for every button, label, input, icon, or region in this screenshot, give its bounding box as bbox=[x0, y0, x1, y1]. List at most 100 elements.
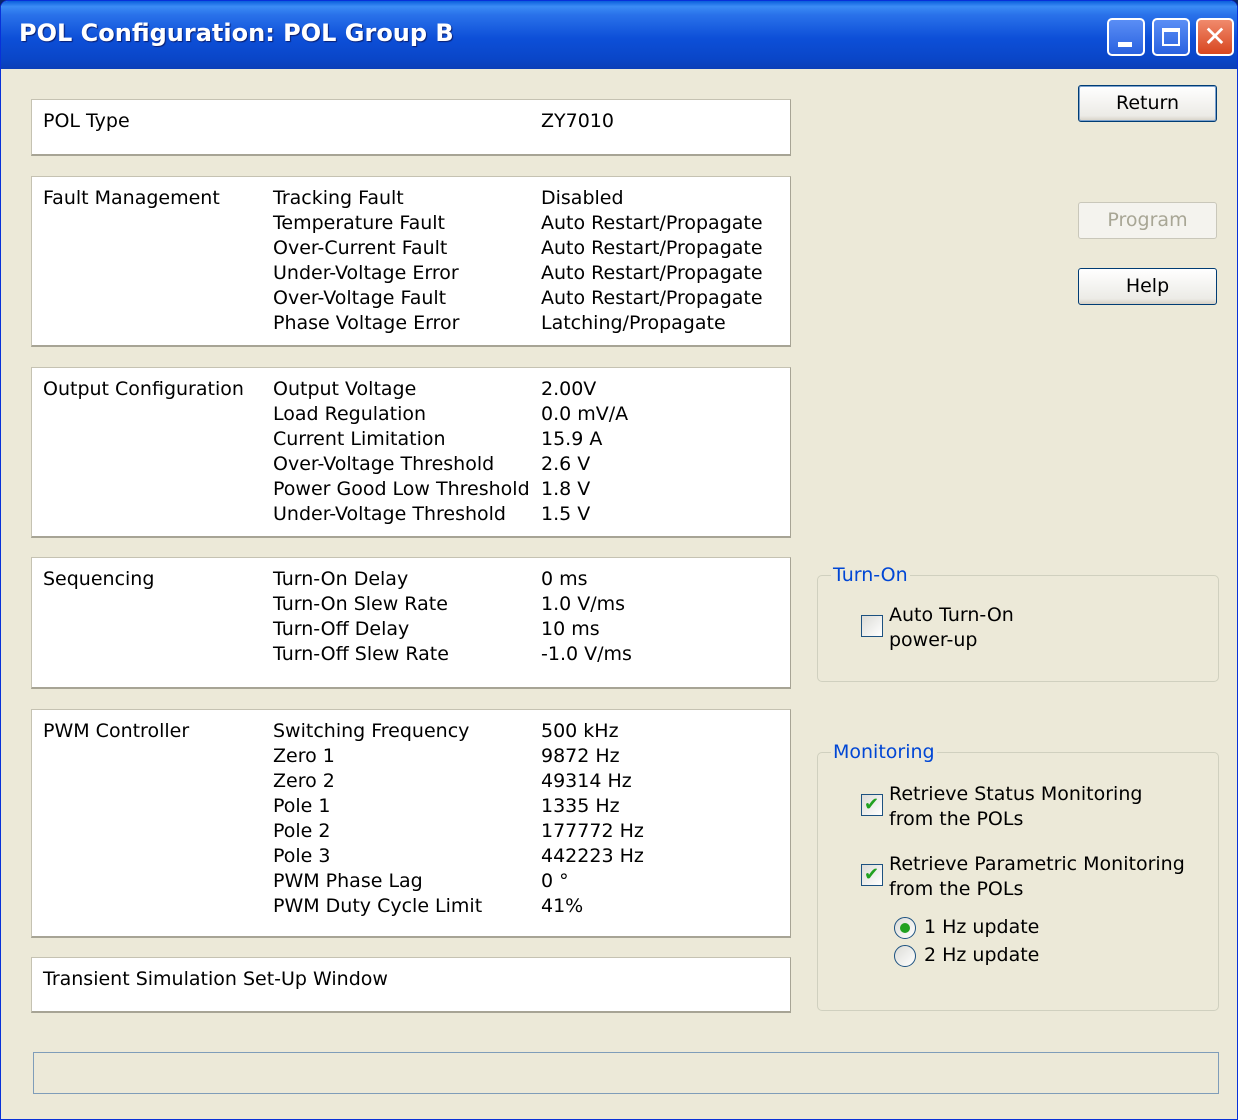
param-label: Current Limitation bbox=[273, 428, 446, 450]
status-monitoring-label-line: Retrieve Status Monitoring bbox=[889, 783, 1143, 805]
status-monitoring-label[interactable]: Retrieve Status Monitoring from the POLs bbox=[889, 782, 1142, 832]
turn-on-legend: Turn-On bbox=[831, 563, 910, 587]
param-value: Auto Restart/Propagate bbox=[541, 237, 763, 259]
param-value: 1.0 V/ms bbox=[541, 593, 626, 615]
status-monitoring-checkbox[interactable]: ✔ bbox=[861, 794, 883, 816]
auto-turn-on-label-line: Auto Turn-On bbox=[889, 604, 1014, 626]
rate-2hz-radio[interactable] bbox=[894, 945, 916, 967]
transient-simulation-panel[interactable]: Transient Simulation Set-Up Window bbox=[31, 957, 791, 1013]
param-value: 1.8 V bbox=[541, 478, 591, 500]
param-label: Under-Voltage Error bbox=[273, 262, 459, 284]
param-label: Over-Voltage Threshold bbox=[273, 453, 495, 475]
title-bar[interactable]: POL Configuration: POL Group B ✕ bbox=[1, 1, 1237, 69]
fault-management-panel: Fault Management Tracking Fault Temperat… bbox=[31, 176, 791, 347]
parametric-monitoring-checkbox[interactable]: ✔ bbox=[861, 864, 883, 886]
param-value: Auto Restart/Propagate bbox=[541, 262, 763, 284]
output-configuration-value-list: 2.00V 0.0 mV/A 15.9 A 2.6 V 1.8 V 1.5 V bbox=[541, 377, 628, 527]
param-label: Tracking Fault bbox=[273, 187, 404, 209]
status-monitoring-label-line: from the POLs bbox=[889, 808, 1024, 830]
param-value: 0.0 mV/A bbox=[541, 403, 629, 425]
pol-type-label: POL Type bbox=[43, 110, 130, 132]
transient-simulation-label: Transient Simulation Set-Up Window bbox=[43, 968, 388, 990]
param-value: Latching/Propagate bbox=[541, 312, 726, 334]
rate-1hz-label[interactable]: 1 Hz update bbox=[924, 915, 1039, 940]
parametric-monitoring-label-line: from the POLs bbox=[889, 878, 1024, 900]
output-configuration-panel: Output Configuration Output Voltage Load… bbox=[31, 367, 791, 538]
program-button[interactable]: Program bbox=[1078, 202, 1217, 239]
checkmark-icon: ✔ bbox=[864, 864, 880, 885]
pwm-controller-label: PWM Controller bbox=[43, 720, 190, 742]
close-icon: ✕ bbox=[1203, 20, 1227, 53]
param-value: Auto Restart/Propagate bbox=[541, 287, 763, 309]
param-value: 442223 Hz bbox=[541, 845, 644, 867]
param-label: PWM Duty Cycle Limit bbox=[273, 895, 483, 917]
param-label: Over-Current Fault bbox=[273, 237, 448, 259]
output-configuration-param-list: Output Voltage Load Regulation Current L… bbox=[273, 377, 530, 527]
param-label: Over-Voltage Fault bbox=[273, 287, 447, 309]
checkmark-icon: ✔ bbox=[864, 794, 880, 815]
param-value: 1.5 V bbox=[541, 503, 591, 525]
radio-selected-dot bbox=[900, 923, 910, 933]
minimize-icon bbox=[1118, 42, 1132, 47]
pwm-controller-param-list: Switching Frequency Zero 1 Zero 2 Pole 1… bbox=[273, 719, 482, 919]
close-button[interactable]: ✕ bbox=[1196, 18, 1234, 56]
param-label: Pole 1 bbox=[273, 795, 331, 817]
pol-type-value: ZY7010 bbox=[541, 110, 614, 132]
param-value: 2.00V bbox=[541, 378, 597, 400]
fault-management-label: Fault Management bbox=[43, 187, 220, 209]
help-button[interactable]: Help bbox=[1078, 268, 1217, 305]
sequencing-value-list: 0 ms 1.0 V/ms 10 ms -1.0 V/ms bbox=[541, 567, 632, 667]
param-label: Turn-Off Slew Rate bbox=[273, 643, 449, 665]
param-value: 49314 Hz bbox=[541, 770, 632, 792]
fault-management-value-list: Disabled Auto Restart/Propagate Auto Res… bbox=[541, 186, 763, 336]
status-bar bbox=[33, 1052, 1219, 1094]
pwm-controller-panel: PWM Controller Switching Frequency Zero … bbox=[31, 709, 791, 938]
param-value: 177772 Hz bbox=[541, 820, 644, 842]
param-label: Pole 3 bbox=[273, 845, 331, 867]
parametric-monitoring-label[interactable]: Retrieve Parametric Monitoring from the … bbox=[889, 852, 1185, 902]
sequencing-label: Sequencing bbox=[43, 568, 155, 590]
maximize-icon bbox=[1162, 28, 1180, 46]
param-label: Switching Frequency bbox=[273, 720, 470, 742]
auto-turn-on-checkbox[interactable] bbox=[861, 615, 883, 637]
window-title: POL Configuration: POL Group B bbox=[19, 19, 454, 47]
param-value: 41% bbox=[541, 895, 584, 917]
param-value: 1335 Hz bbox=[541, 795, 620, 817]
minimize-button[interactable] bbox=[1107, 18, 1145, 56]
param-label: Zero 1 bbox=[273, 745, 335, 767]
pwm-controller-value-list: 500 kHz 9872 Hz 49314 Hz 1335 Hz 177772 … bbox=[541, 719, 644, 919]
param-label: PWM Phase Lag bbox=[273, 870, 423, 892]
parametric-monitoring-label-line: Retrieve Parametric Monitoring bbox=[889, 853, 1185, 875]
auto-turn-on-label-line: power-up bbox=[889, 629, 978, 651]
pol-type-panel: POL Type ZY7010 bbox=[31, 99, 791, 156]
param-value: 10 ms bbox=[541, 618, 600, 640]
param-label: Under-Voltage Threshold bbox=[273, 503, 506, 525]
param-label: Zero 2 bbox=[273, 770, 335, 792]
param-label: Load Regulation bbox=[273, 403, 427, 425]
param-label: Phase Voltage Error bbox=[273, 312, 460, 334]
param-label: Temperature Fault bbox=[273, 212, 445, 234]
rate-2hz-label[interactable]: 2 Hz update bbox=[924, 943, 1039, 968]
param-value: 15.9 A bbox=[541, 428, 603, 450]
auto-turn-on-label[interactable]: Auto Turn-On power-up bbox=[889, 603, 1014, 653]
fault-management-param-list: Tracking Fault Temperature Fault Over-Cu… bbox=[273, 186, 459, 336]
maximize-button[interactable] bbox=[1152, 18, 1190, 56]
param-label: Pole 2 bbox=[273, 820, 331, 842]
param-value: 500 kHz bbox=[541, 720, 619, 742]
monitoring-legend: Monitoring bbox=[831, 740, 937, 764]
param-value: Disabled bbox=[541, 187, 624, 209]
param-value: -1.0 V/ms bbox=[541, 643, 632, 665]
param-value: 0 ° bbox=[541, 870, 569, 892]
param-label: Output Voltage bbox=[273, 378, 417, 400]
rate-1hz-radio[interactable] bbox=[894, 917, 916, 939]
output-configuration-label: Output Configuration bbox=[43, 378, 244, 400]
sequencing-panel: Sequencing Turn-On Delay Turn-On Slew Ra… bbox=[31, 557, 791, 689]
param-label: Power Good Low Threshold bbox=[273, 478, 530, 500]
return-button[interactable]: Return bbox=[1078, 85, 1217, 122]
param-value: Auto Restart/Propagate bbox=[541, 212, 763, 234]
param-label: Turn-On Slew Rate bbox=[273, 593, 448, 615]
sequencing-param-list: Turn-On Delay Turn-On Slew Rate Turn-Off… bbox=[273, 567, 449, 667]
param-value: 9872 Hz bbox=[541, 745, 620, 767]
param-label: Turn-On Delay bbox=[273, 568, 409, 590]
pol-configuration-window: POL Configuration: POL Group B ✕ POL Typ… bbox=[0, 0, 1238, 1120]
